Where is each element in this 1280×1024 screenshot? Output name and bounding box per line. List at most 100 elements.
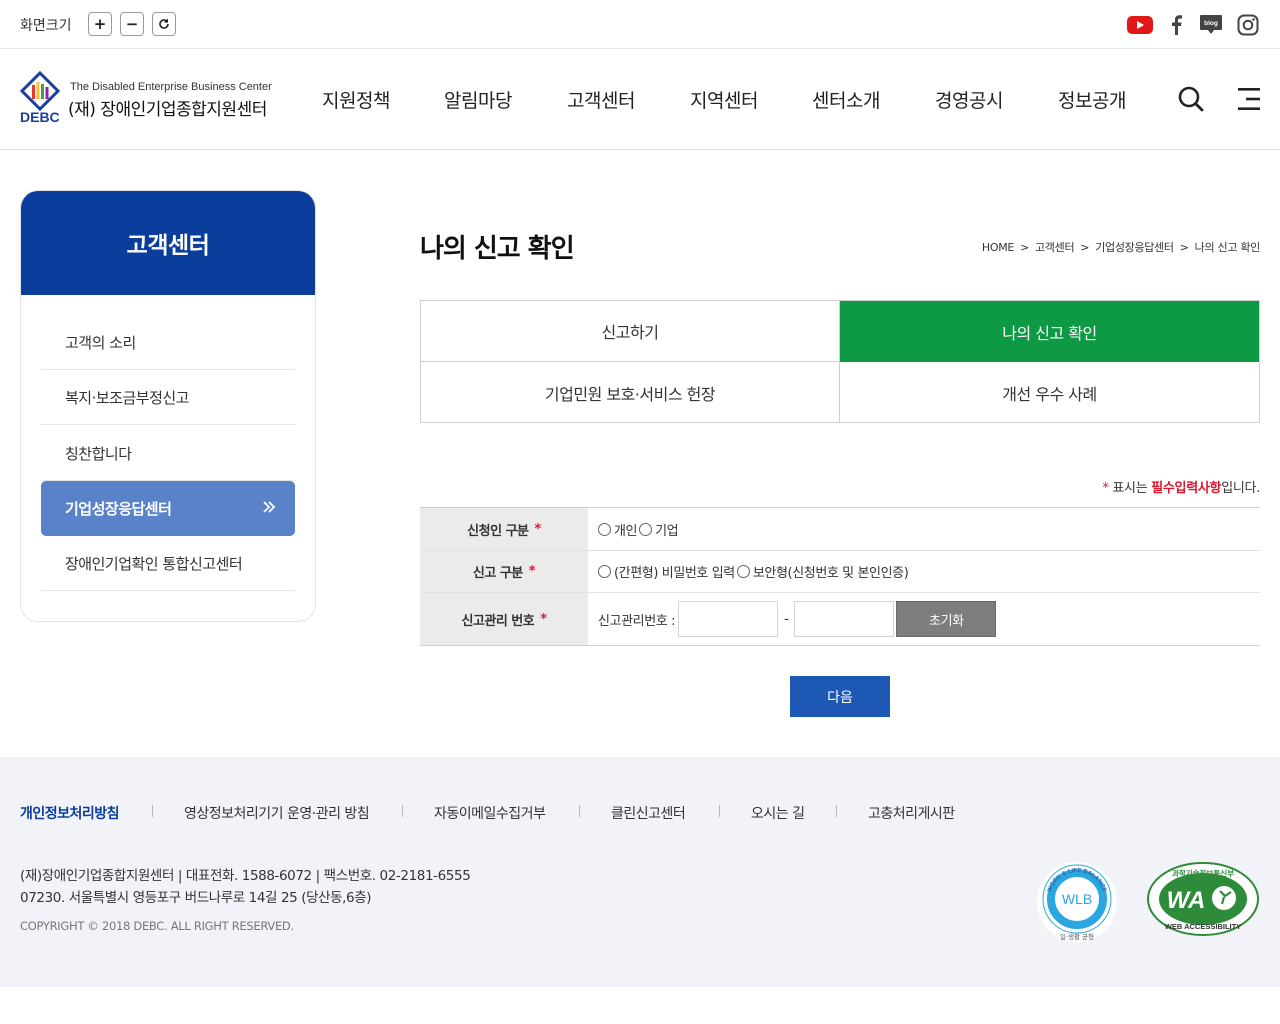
report-type-simple-radio[interactable]: (간편형) 비밀번호 입력 [598,562,735,581]
nav-item-regional-center[interactable]: 지역센터 [690,86,758,113]
applicant-options: 개인 기업 [598,508,680,550]
breadcrumb-home[interactable]: HOME [982,241,1014,254]
required-note: * 표시는 필수입력사항입니다. [1102,477,1260,496]
svg-text:blog: blog [1204,20,1218,27]
footer-separator [719,805,720,817]
site-logo[interactable]: The Disabled Enterprise Business Center … [18,71,288,127]
utility-bar: 화면크기 + − blog [0,0,1280,49]
youtube-link[interactable] [1127,12,1153,38]
breadcrumb-customer-center[interactable]: 고객센터 [1035,241,1075,254]
double-chevron-right-icon [263,501,276,513]
radio-circle[interactable] [639,522,653,536]
radio-circle[interactable] [598,565,611,578]
footer-address: 07230. 서울특별시 영등포구 버드나루로 14길 25 (당산동,6층) [20,890,372,906]
zoom-out-button[interactable]: − [120,12,144,36]
facebook-icon [1172,15,1182,35]
content-tabs: 신고하기 나의 신고 확인 기업민원 보호·서비스 헌장 개선 우수 사례 [420,300,1260,423]
sidebar-item-customer-voice[interactable]: 고객의 소리 [41,315,295,370]
screen-size-label: 화면크기 [20,18,72,34]
applicant-company-radio[interactable]: 기업 [639,520,679,539]
refresh-icon [159,19,169,29]
nav-item-about[interactable]: 센터소개 [812,86,880,113]
youtube-icon [1127,16,1153,34]
wlb-certification-badge: WORK & LIFE BALANCE WLB 일·생활 균형 [1037,862,1117,942]
radio-circle[interactable] [598,522,611,536]
reset-button[interactable]: 초기화 [896,601,997,637]
report-type-options: (간편형) 비밀번호 입력 보안형(신청번호 및 본인인증) [598,551,910,592]
nav-item-support-policy[interactable]: 지원정책 [322,86,390,113]
report-number-label: 신고관리 번호 * [420,593,588,645]
search-button[interactable] [1176,84,1206,114]
tab-submit-report[interactable]: 신고하기 [421,301,840,362]
breadcrumb: HOME > 고객센터 > 기업성장응답센터 > 나의 신고 확인 [982,239,1260,255]
form-row-applicant: 신청인 구분 * 개인 기업 [420,508,1260,551]
footer-copyright: COPYRIGHT © 2018 DEBC. ALL RIGHT RESERVE… [20,919,294,933]
web-accessibility-certification-badge: 과학기술정보통신부 WA WEB ACCESSIBILITY [1147,862,1259,936]
report-number-inputs: 신고관리번호 : - 초기화 [598,593,997,645]
svg-text:과학기술정보통신부: 과학기술정보통신부 [1172,868,1234,878]
report-lookup-form: 신청인 구분 * 개인 기업 신고 구분 * (간편형) 비밀번호 입력 보안형(신… [420,507,1260,646]
breadcrumb-current: 나의 신고 확인 [1194,241,1261,254]
blog-link[interactable]: blog [1198,12,1224,38]
logo-english-name: The Disabled Enterprise Business Center [70,81,272,93]
breadcrumb-separator: > [1080,241,1090,254]
logo-korean-name: (재) 장애인기업종합지원센터 [68,100,267,120]
footer-separator [579,805,580,817]
footer-separator [402,805,403,817]
applicant-individual-radio[interactable]: 개인 [598,520,638,539]
blog-icon: blog [1200,15,1222,34]
sidebar-title: 고객센터 [21,191,315,295]
required-note-suffix: 입니다. [1221,481,1260,496]
applicant-label: 신청인 구분 * [420,508,588,550]
footer-link-email-refusal[interactable]: 자동이메일수집거부 [434,803,546,823]
report-number-prefix: 신고관리번호 : [598,613,676,629]
form-row-report-type: 신고 구분 * (간편형) 비밀번호 입력 보안형(신청번호 및 본인인증) [420,551,1260,593]
zoom-reset-button[interactable] [152,12,176,36]
required-note-prefix: 표시는 [1108,481,1152,496]
debc-logo-icon [19,71,61,111]
breadcrumb-separator: > [1179,241,1189,254]
footer-link-cctv-policy[interactable]: 영상정보처리기기 운영·관리 방침 [184,803,370,823]
nav-item-public-info[interactable]: 정보공개 [1058,86,1126,113]
page-title: 나의 신고 확인 [420,234,575,264]
svg-text:일·생활 균형: 일·생활 균형 [1060,932,1094,941]
breadcrumb-growth-response-center[interactable]: 기업성장응답센터 [1095,241,1174,254]
report-type-label: 신고 구분 * [420,551,588,592]
facebook-link[interactable] [1163,12,1189,38]
sidebar-item-disabled-enterprise-report-center[interactable]: 장애인기업확인 통합신고센터 [41,536,295,591]
all-menu-button[interactable] [1236,84,1266,114]
nav-item-notice[interactable]: 알림마당 [444,86,512,113]
zoom-in-button[interactable]: + [88,12,112,36]
sidebar-item-compliments[interactable]: 칭찬합니다 [41,426,295,481]
breadcrumb-separator: > [1020,241,1029,254]
next-button[interactable]: 다음 [790,676,890,717]
sidebar-item-subsidy-fraud-report[interactable]: 복지·보조금부정신고 [41,370,295,425]
footer-link-directions[interactable]: 오시는 길 [751,803,805,823]
nav-item-customer-center[interactable]: 고객센터 [567,86,635,113]
menu-icon [1238,88,1260,110]
tab-service-charter[interactable]: 기업민원 보호·서비스 헌장 [421,362,840,423]
nav-item-disclosure[interactable]: 경영공시 [935,86,1003,113]
sidebar-item-growth-response-center[interactable]: 기업성장응답센터 [41,481,295,536]
tab-best-practices[interactable]: 개선 우수 사례 [840,362,1259,423]
footer-link-clean-report-center[interactable]: 클린신고센터 [611,803,686,823]
report-number-input-1[interactable] [678,601,779,637]
svg-text:WEB ACCESSIBILITY: WEB ACCESSIBILITY [1165,922,1241,931]
search-icon [1178,86,1204,112]
report-type-secure-radio[interactable]: 보안형(신청번호 및 본인인증) [736,562,909,581]
footer-link-privacy-policy[interactable]: 개인정보처리방침 [20,803,120,823]
footer-separator [152,805,153,817]
report-number-input-2[interactable] [794,601,895,637]
site-footer: 개인정보처리방침 영상정보처리기기 운영·관리 방침 자동이메일수집거부 클린신… [0,757,1280,987]
instagram-link[interactable] [1235,12,1261,38]
sidebar-item-label: 기업성장응답센터 [65,500,172,518]
radio-circle[interactable] [736,565,750,578]
instagram-icon [1237,14,1259,36]
sidebar: 고객센터 고객의 소리 복지·보조금부정신고 칭찬합니다 기업성장응답센터 장애… [20,190,316,622]
footer-link-grievance-board[interactable]: 고충처리게시판 [868,803,955,823]
report-number-separator: - [784,611,789,627]
footer-separator [836,805,837,817]
form-row-report-number: 신고관리 번호 * 신고관리번호 : - 초기화 [420,593,1260,645]
svg-text:WLB: WLB [1062,891,1092,907]
tab-my-report-check[interactable]: 나의 신고 확인 [840,301,1259,362]
